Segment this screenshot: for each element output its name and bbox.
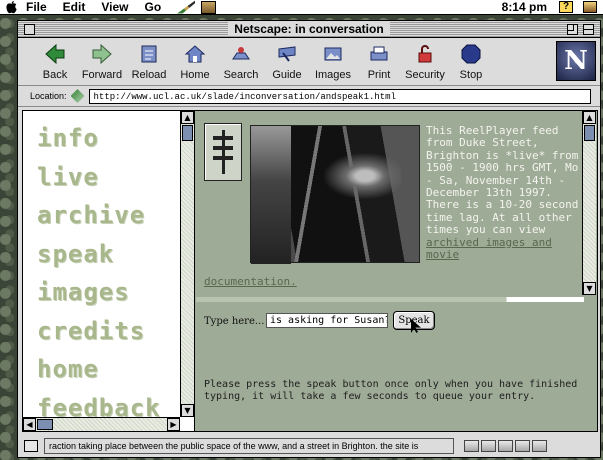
nav-frame: info live archive speak images credits h…	[23, 111, 195, 431]
status-bar: raction taking place between the public …	[18, 434, 600, 458]
scroll-right-arrow-icon[interactable]: ▶	[167, 418, 180, 431]
url-input[interactable]: http://www.ucl.ac.uk/slade/inconversatio…	[88, 88, 591, 104]
help-icon[interactable]: ?	[559, 1, 573, 13]
search-button[interactable]: Search	[218, 41, 264, 81]
stop-icon	[448, 41, 494, 67]
nav-speak[interactable]: speak	[37, 235, 161, 274]
status-message: raction taking place between the public …	[44, 438, 454, 454]
apple-menu-icon[interactable]	[0, 0, 22, 15]
page-menu-icon[interactable]	[201, 0, 217, 14]
nav-scroll-thumb[interactable]	[182, 125, 193, 141]
nav-live[interactable]: live	[37, 158, 161, 197]
reload-button[interactable]: Reload	[126, 41, 172, 81]
forward-arrow-icon	[78, 41, 126, 67]
navigation-toolbar: Back Forward Reload Home Search Guide Im…	[18, 38, 600, 86]
live-video-feed	[250, 125, 420, 264]
speak-prompt: Type here...	[204, 316, 265, 327]
speak-instructions: Please press the speak button once only …	[204, 379, 578, 402]
feed-description: This ReelPlayer feed from Duke Street, B…	[426, 124, 586, 261]
page-content: info live archive speak images credits h…	[22, 110, 598, 432]
video-frame-scrollbar[interactable]: ▲ ▼	[582, 111, 596, 295]
collapse-box-icon[interactable]	[583, 24, 594, 35]
images-icon	[310, 41, 356, 67]
guide-icon	[264, 41, 310, 67]
scroll-down-arrow-icon[interactable]: ▼	[181, 404, 194, 417]
menu-file[interactable]: File	[26, 0, 47, 14]
video-frame: This ReelPlayer feed from Duke Street, B…	[196, 111, 597, 302]
stop-button[interactable]: Stop	[448, 41, 494, 81]
nav-hscroll-thumb[interactable]	[37, 419, 53, 430]
pencil-menu-icon[interactable]	[177, 0, 196, 14]
nav-archive[interactable]: archive	[37, 196, 161, 235]
nav-home[interactable]: home	[37, 350, 161, 389]
browser-window: Netscape: in conversation Back Forward R…	[17, 20, 601, 458]
security-label: Security	[405, 69, 445, 81]
forward-button[interactable]: Forward	[78, 41, 126, 81]
security-lock-icon	[402, 41, 448, 67]
home-button[interactable]: Home	[172, 41, 218, 81]
security-button[interactable]: Security	[402, 41, 448, 81]
video-scroll-thumb[interactable]	[584, 125, 595, 141]
back-arrow-icon	[32, 41, 78, 67]
documentation-link[interactable]: documentation.	[204, 275, 297, 288]
location-bar: Location: http://www.ucl.ac.uk/slade/inc…	[18, 86, 600, 107]
stop-label: Stop	[459, 69, 483, 81]
close-box-icon[interactable]	[24, 24, 35, 35]
reload-icon	[126, 41, 172, 67]
images-label: Images	[314, 69, 352, 81]
location-label: Location:	[30, 91, 67, 101]
search-label: Search	[223, 69, 259, 81]
nav-credits[interactable]: credits	[37, 312, 161, 351]
mail-component-icon[interactable]	[481, 440, 496, 452]
menu-view[interactable]: View	[101, 0, 128, 14]
print-button[interactable]: Print	[356, 41, 402, 81]
scroll-up-arrow-icon[interactable]: ▲	[181, 111, 194, 124]
home-icon	[172, 41, 218, 67]
address-book-component-icon[interactable]	[515, 440, 530, 452]
window-title: Netscape: in conversation	[228, 22, 390, 36]
scroll-left-arrow-icon[interactable]: ◀	[23, 418, 36, 431]
component-bar	[464, 440, 547, 452]
scroll-down-arrow-icon[interactable]: ▼	[583, 282, 596, 295]
nav-vertical-scrollbar[interactable]: ▲ ▼	[180, 111, 194, 417]
feed-text: This ReelPlayer feed from Duke Street, B…	[426, 124, 579, 237]
back-label: Back	[42, 69, 68, 81]
guide-button[interactable]: Guide	[264, 41, 310, 81]
back-button[interactable]: Back	[32, 41, 78, 81]
nav-info[interactable]: info	[37, 119, 161, 158]
menu-bar: File Edit View Go 8:14 pm ?	[0, 0, 603, 15]
site-nav: info live archive speak images credits h…	[37, 119, 161, 427]
guide-label: Guide	[272, 69, 302, 81]
print-icon	[356, 41, 402, 67]
print-label: Print	[367, 69, 391, 81]
nav-images[interactable]: images	[37, 273, 161, 312]
reload-label: Reload	[131, 69, 167, 81]
application-switcher-icon[interactable]	[583, 1, 597, 13]
netscape-logo[interactable]: N	[556, 41, 596, 81]
composer-component-icon[interactable]	[532, 440, 547, 452]
scroll-up-arrow-icon[interactable]: ▲	[583, 111, 596, 124]
news-component-icon[interactable]	[498, 440, 513, 452]
search-icon	[218, 41, 264, 67]
navigator-component-icon[interactable]	[464, 440, 479, 452]
menu-edit[interactable]: Edit	[63, 0, 86, 14]
forward-label: Forward	[81, 69, 123, 81]
speak-frame: Type here... is asking for Susan? Speak …	[196, 301, 597, 431]
bookmark-location-icon[interactable]	[70, 89, 85, 103]
reelplayer-icon[interactable]	[204, 123, 242, 181]
home-label: Home	[180, 69, 210, 81]
window-titlebar[interactable]: Netscape: in conversation	[18, 21, 600, 38]
zoom-box-icon[interactable]	[567, 24, 578, 35]
security-status-icon[interactable]	[24, 440, 38, 452]
menubar-clock[interactable]: 8:14 pm	[502, 0, 547, 14]
menu-go[interactable]: Go	[144, 0, 161, 14]
archive-link[interactable]: archived images and movie	[426, 236, 552, 261]
images-button[interactable]: Images	[310, 41, 356, 81]
speak-input[interactable]: is asking for Susan?	[266, 313, 388, 328]
nav-horizontal-scrollbar[interactable]: ◀ ▶	[23, 417, 180, 431]
